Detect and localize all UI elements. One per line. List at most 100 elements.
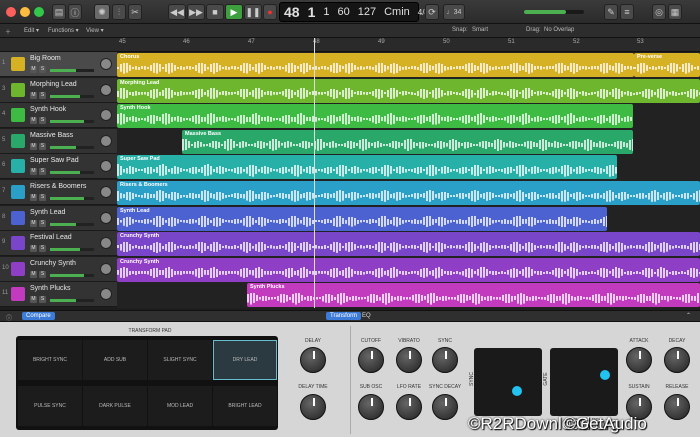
region[interactable]: Super Saw Pad [117,155,617,180]
solo-button[interactable]: S [39,270,46,278]
volume-fader[interactable] [50,222,94,226]
mute-button[interactable]: M [30,91,37,99]
solo-button[interactable]: S [39,194,46,201]
count-in-button[interactable]: ♩34 [443,4,465,20]
track-name[interactable]: Festival Lead [30,234,72,241]
solo-button[interactable]: S [39,91,46,99]
editors-button[interactable]: ✂ [128,4,142,20]
mute-button[interactable]: M [30,117,37,125]
track-name[interactable]: Super Saw Pad [30,157,79,164]
info-icon[interactable]: ⓘ [6,313,12,322]
notepad-button[interactable]: ✎ [604,4,618,20]
solo-button[interactable]: S [39,296,46,304]
library-button[interactable]: ▤ [52,4,66,20]
cutoff-knob[interactable] [358,347,384,373]
pan-knob[interactable] [100,160,112,173]
pad-bright-lead[interactable]: BRIGHT LEAD [213,386,277,426]
xy-pad-handle[interactable] [512,386,522,396]
pan-knob[interactable] [100,211,112,224]
pan-knob[interactable] [100,83,112,96]
mute-button[interactable]: M [30,168,37,176]
track-header[interactable]: 3 Morphing Lead M S [0,77,117,103]
pad-dry-lead[interactable]: DRY LEAD [213,340,277,380]
pan-knob[interactable] [100,288,112,301]
track-header[interactable]: 1 Big Room M S [0,52,117,77]
track-name[interactable]: Crunchy Synth [30,260,76,267]
smart-controls-button[interactable]: ✺ [94,4,110,20]
volume-fader[interactable] [50,248,94,252]
track-header[interactable]: 8 Synth Lead M S [0,205,117,231]
volume-fader[interactable] [50,299,94,303]
track-header[interactable]: 5 Massive Bass M S [0,128,117,154]
forward-button[interactable]: ▶▶ [187,4,205,20]
region[interactable]: Synth Hook [117,104,633,129]
track-header[interactable]: 7 Risers & Boomers M S [0,180,117,205]
pad-add-sub[interactable]: ADD SUB [83,340,147,380]
region[interactable]: Chorus [117,53,634,77]
browser-button[interactable]: ▦ [668,4,682,20]
mute-button[interactable]: M [30,66,37,73]
pad-slight-sync[interactable]: SLIGHT SYNC [148,340,212,380]
xy-pad-handle[interactable] [600,370,610,380]
solo-button[interactable]: S [39,245,46,253]
delay-knob[interactable] [300,347,326,373]
solo-button[interactable]: S [39,66,46,73]
playhead[interactable] [314,38,315,308]
xy-pad-gate[interactable] [550,348,618,416]
rewind-button[interactable]: ◀◀ [168,4,186,20]
delay-time-knob[interactable] [300,394,326,420]
region[interactable]: Pre-verse [634,53,700,77]
pause-button[interactable]: ❚❚ [244,4,262,20]
solo-button[interactable]: S [39,168,46,176]
pad-dark-pulse[interactable]: DARK PULSE [83,386,147,426]
track-header[interactable]: 4 Synth Hook M S [0,103,117,129]
pad-mod-lead[interactable]: MOD LEAD [148,386,212,426]
list-editor-button[interactable]: ≡ [620,4,634,20]
solo-button[interactable]: S [39,219,46,227]
zoom-window-button[interactable] [34,7,44,17]
mute-button[interactable]: M [30,296,37,304]
pan-knob[interactable] [100,109,112,122]
volume-fader[interactable] [50,120,94,124]
add-track-icon[interactable]: ＋ [5,27,11,36]
ruler[interactable]: 45 46 47 48 49 50 51 52 53 [117,38,700,52]
mute-button[interactable]: M [30,219,37,227]
track-name[interactable]: Massive Bass [30,132,73,139]
pad-pulse-sync[interactable]: PULSE SYNC [18,386,82,426]
release-knob[interactable] [664,394,690,420]
mute-button[interactable]: M [30,245,37,253]
decay-knob[interactable] [664,347,690,373]
pan-knob[interactable] [100,134,112,147]
mute-button[interactable]: M [30,142,37,150]
region[interactable]: Risers & Boomers [117,181,700,205]
tab-transform[interactable]: Transform [326,312,362,320]
attack-knob[interactable] [626,347,652,373]
region[interactable]: Crunchy Synth [117,232,700,257]
volume-fader[interactable] [50,197,94,200]
snap-select[interactable]: Smart [472,27,488,33]
sync-decay-knob[interactable] [432,394,458,420]
compare-button[interactable]: Compare [22,312,55,320]
track-name[interactable]: Big Room [30,55,61,62]
arrangement-area[interactable]: Chorus Pre-verse Morphing Lead Synth Hook Ma… [117,52,700,308]
pan-knob[interactable] [100,262,112,275]
mixer-button[interactable]: ⫶ [112,4,126,20]
mute-button[interactable]: M [30,270,37,278]
volume-fader[interactable] [50,273,94,277]
stop-button[interactable]: ■ [206,4,224,20]
pan-knob[interactable] [100,186,112,198]
minimize-window-button[interactable] [20,7,30,17]
view-menu[interactable]: View ▾ [86,27,104,34]
vibrato-knob[interactable] [396,347,422,373]
lcd-display[interactable]: 48 1 1 60 127 Cmin 4/4 [279,2,429,22]
cycle-button[interactable]: ⟳ [425,4,439,20]
region[interactable]: Morphing Lead [117,78,700,103]
record-button[interactable]: ● [263,4,277,20]
drag-select[interactable]: No Overlap [544,27,574,33]
edit-menu[interactable]: Edit ▾ [24,27,39,34]
sync-knob[interactable] [432,347,458,373]
track-header[interactable]: 9 Festival Lead M S [0,231,117,257]
volume-fader[interactable] [50,94,94,98]
region[interactable]: Synth Lead [117,206,607,231]
track-name[interactable]: Synth Hook [30,106,66,113]
